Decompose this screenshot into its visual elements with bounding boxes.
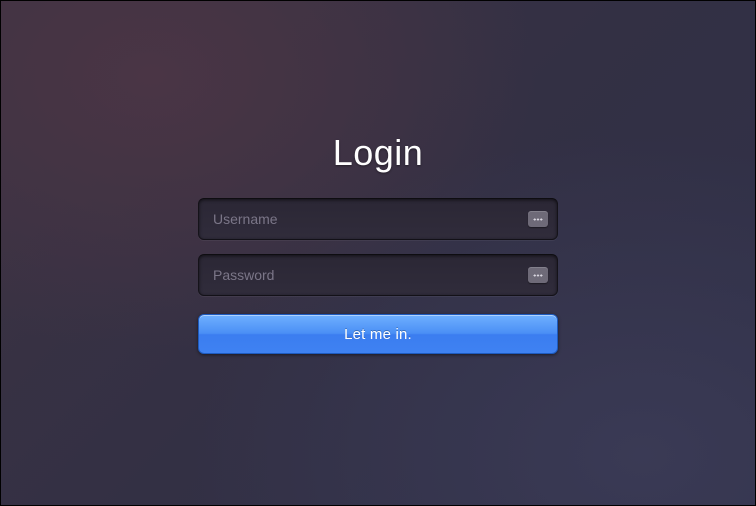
submit-button[interactable]: Let me in. [198,314,558,354]
login-card: Login Let me in. [198,132,558,354]
username-field-wrap [198,198,558,240]
autofill-icon[interactable] [528,211,548,227]
username-input[interactable] [198,198,558,240]
autofill-icon[interactable] [528,267,548,283]
password-input[interactable] [198,254,558,296]
password-field-wrap [198,254,558,296]
login-title: Login [333,132,424,174]
